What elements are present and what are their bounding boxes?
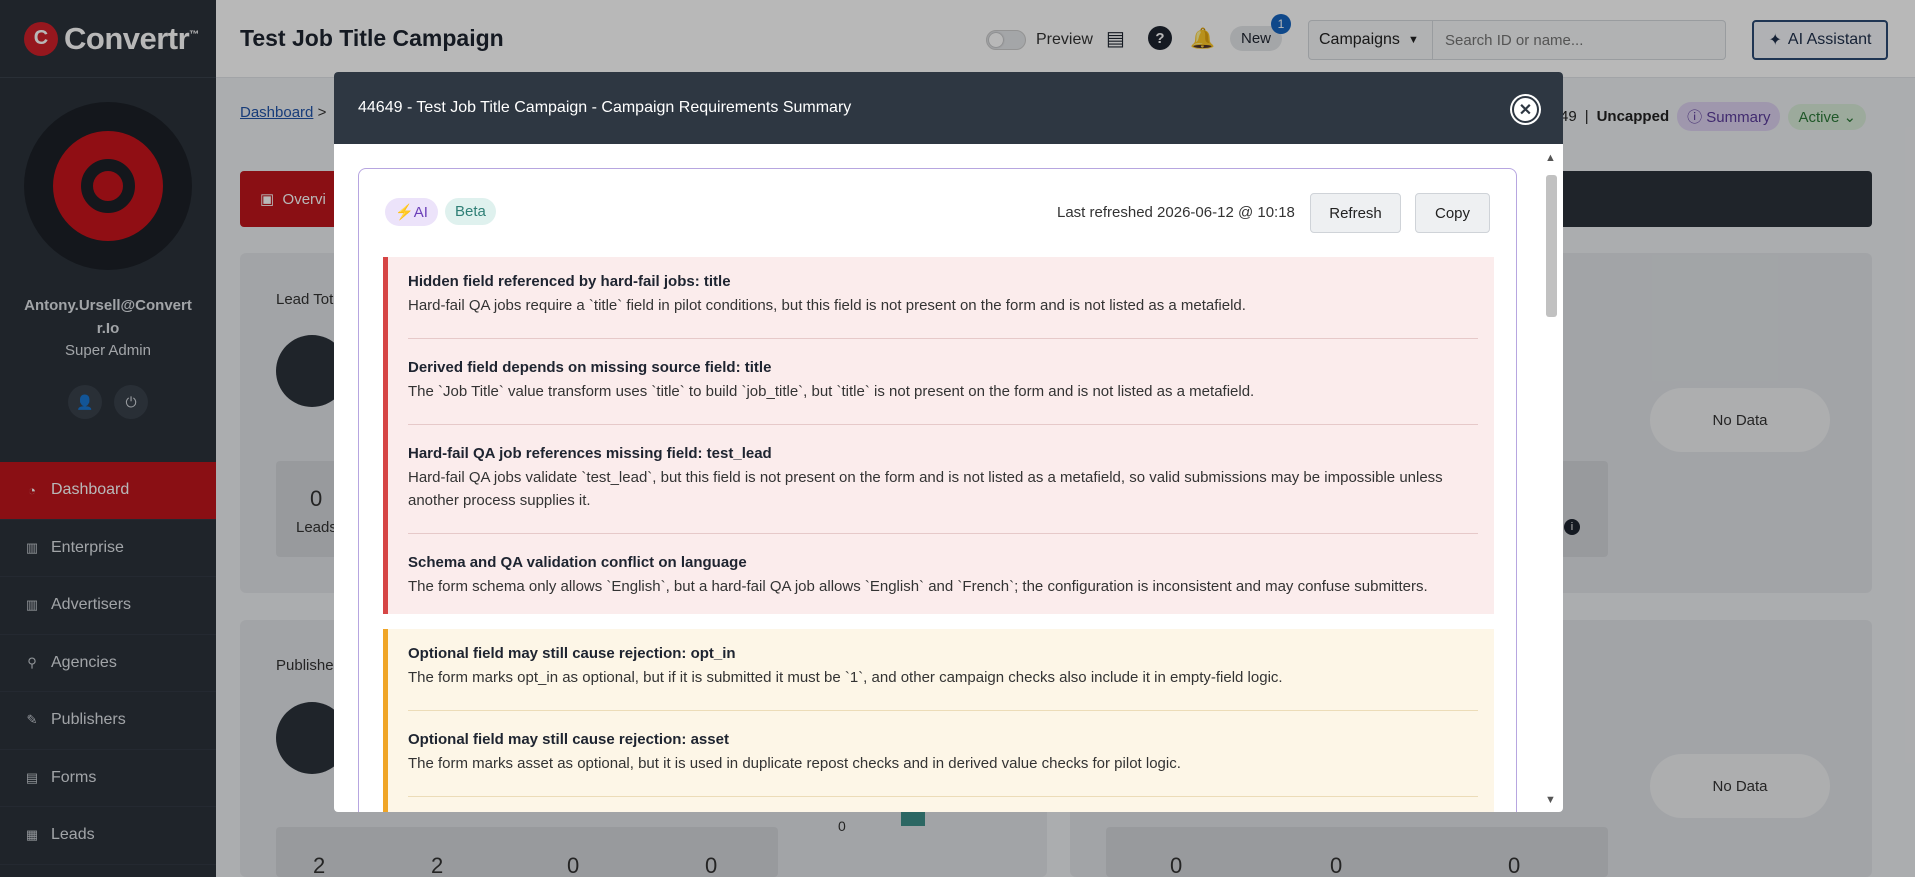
modal-body: ⚡AI Beta Last refreshed 2026-06-12 @ 10:…	[334, 144, 1563, 812]
copy-button[interactable]: Copy	[1415, 193, 1490, 233]
ai-badge-label: AI	[413, 204, 428, 221]
issue-item: Derived field depends on missing source …	[408, 359, 1478, 403]
issue-description: The form marks asset as optional, but it…	[408, 755, 1181, 772]
issue-title: Schema and QA validation conflict on lan…	[408, 554, 747, 571]
critical-issues-group: Hidden field referenced by hard-fail job…	[383, 257, 1494, 614]
modal-title: 44649 - Test Job Title Campaign - Campai…	[358, 99, 852, 116]
scroll-down-icon[interactable]: ▼	[1545, 794, 1556, 806]
issue-description: The form schema only allows `English`, b…	[408, 578, 1428, 595]
scrollbar-thumb[interactable]	[1546, 175, 1557, 317]
issue-item: Optional field may still cause rejection…	[408, 645, 1478, 689]
beta-badge: Beta	[445, 198, 496, 225]
issue-description: Hard-fail QA jobs validate `test_lead`, …	[408, 469, 1443, 509]
issue-title: Hard-fail QA job references missing fiel…	[408, 445, 772, 462]
issue-item: Hidden field referenced by hard-fail job…	[408, 273, 1478, 317]
close-icon[interactable]: ✕	[1512, 96, 1539, 123]
ai-badge: ⚡AI	[385, 198, 438, 226]
summary-card: ⚡AI Beta Last refreshed 2026-06-12 @ 10:…	[358, 168, 1517, 812]
modal-scrollbar[interactable]: ▲ ▼	[1543, 148, 1559, 808]
issue-description: The form marks opt_in as optional, but i…	[408, 669, 1283, 686]
issue-item: Hard-fail QA job references missing fiel…	[408, 445, 1478, 512]
issue-title: Derived field depends on missing source …	[408, 359, 772, 376]
issue-title: Optional field may still cause rejection…	[408, 645, 736, 662]
issue-title: Optional field may still cause rejection…	[408, 731, 729, 748]
last-refreshed-text: Last refreshed 2026-06-12 @ 10:18	[1057, 204, 1295, 221]
refresh-button[interactable]: Refresh	[1310, 193, 1401, 233]
issue-item: Optional field may still cause rejection…	[408, 731, 1478, 775]
warning-issues-group: Optional field may still cause rejection…	[383, 629, 1494, 812]
issue-description: The `Job Title` value transform uses `ti…	[408, 383, 1255, 400]
issue-item: Schema and QA validation conflict on lan…	[408, 554, 1478, 598]
scroll-up-icon[interactable]: ▲	[1545, 152, 1556, 164]
bolt-icon: ⚡	[395, 204, 414, 221]
modal-header: 44649 - Test Job Title Campaign - Campai…	[334, 72, 1563, 144]
divider	[408, 710, 1478, 711]
divider	[408, 796, 1478, 797]
divider	[408, 424, 1478, 425]
issue-title: Hidden field referenced by hard-fail job…	[408, 273, 731, 290]
requirements-summary-modal: 44649 - Test Job Title Campaign - Campai…	[334, 72, 1563, 812]
divider	[408, 533, 1478, 534]
summary-card-header: ⚡AI Beta Last refreshed 2026-06-12 @ 10:…	[359, 169, 1516, 257]
issue-description: Hard-fail QA jobs require a `title` fiel…	[408, 297, 1246, 314]
divider	[408, 338, 1478, 339]
